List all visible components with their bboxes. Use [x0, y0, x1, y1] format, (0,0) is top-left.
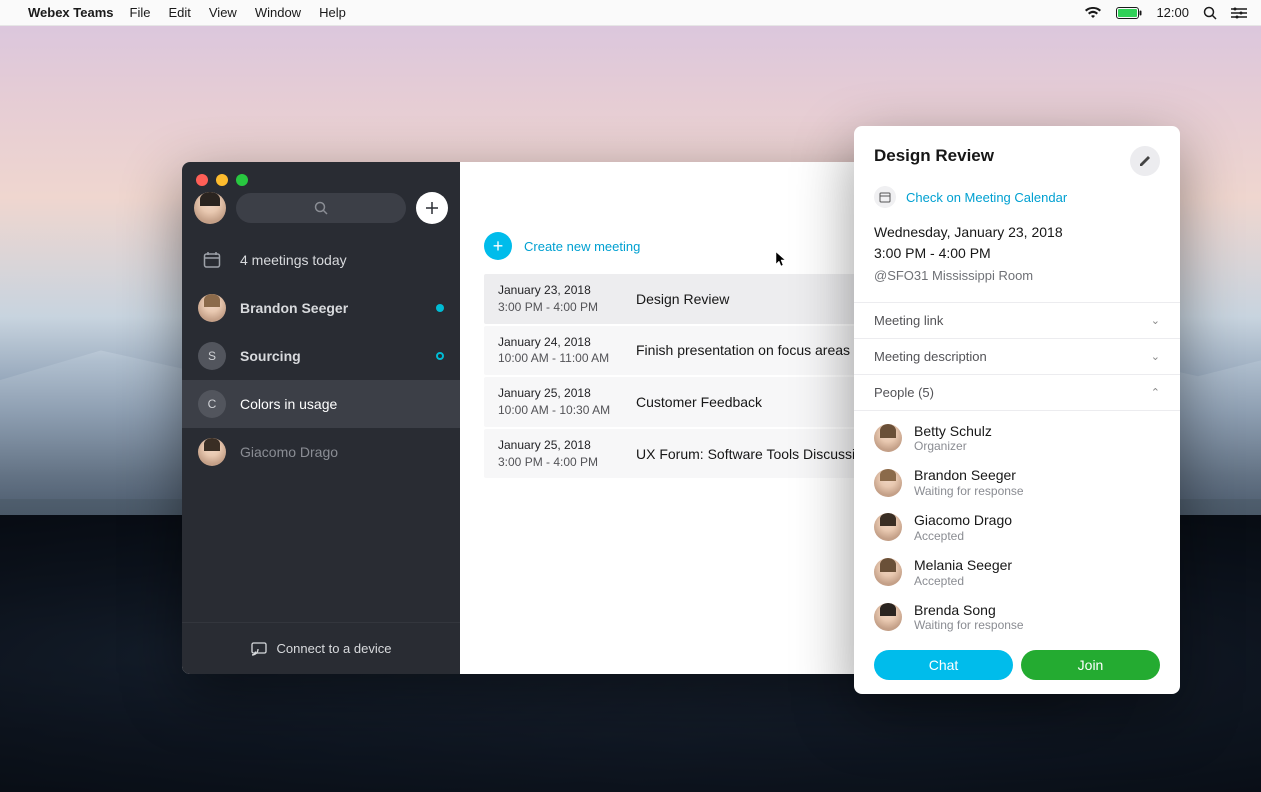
avatar — [198, 294, 226, 322]
detail-time: 3:00 PM - 4:00 PM — [874, 243, 1160, 264]
search-input[interactable] — [236, 193, 406, 223]
person-name: Betty Schulz — [914, 423, 992, 440]
meeting-title: UX Forum: Software Tools Discussion — [636, 446, 871, 462]
person-row[interactable]: Giacomo DragoAccepted — [874, 512, 1160, 543]
pencil-icon — [1138, 154, 1152, 168]
accordion-meeting-description[interactable]: Meeting description ⌄ — [854, 339, 1180, 375]
mouse-cursor — [776, 252, 788, 271]
meeting-time: 3:00 PM - 4:00 PM — [498, 299, 618, 316]
person-status: Organizer — [914, 439, 992, 453]
create-meeting-label: Create new meeting — [524, 239, 640, 254]
person-status: Accepted — [914, 529, 1012, 543]
window-controls — [196, 174, 248, 186]
person-row[interactable]: Brandon SeegerWaiting for response — [874, 467, 1160, 498]
detail-room: @SFO31 Mississippi Room — [874, 266, 1160, 286]
meeting-time: 10:00 AM - 11:00 AM — [498, 350, 618, 367]
sidebar-item-label: Giacomo Drago — [240, 444, 338, 460]
meeting-date: January 23, 2018 — [498, 282, 618, 299]
avatar — [874, 469, 902, 497]
connect-device-label: Connect to a device — [277, 641, 392, 656]
join-button[interactable]: Join — [1021, 650, 1160, 680]
detail-title: Design Review — [874, 146, 1130, 166]
meetings-today-label: 4 meetings today — [240, 252, 347, 268]
accordion-label: Meeting link — [874, 313, 943, 328]
accordion-label: Meeting description — [874, 349, 987, 364]
accordion-people[interactable]: People (5) ⌃ — [854, 375, 1180, 411]
person-row[interactable]: Brenda SongWaiting for response — [874, 602, 1160, 633]
meeting-date: January 25, 2018 — [498, 437, 618, 454]
user-avatar[interactable] — [194, 192, 226, 224]
chevron-down-icon: ⌄ — [1151, 314, 1160, 327]
calendar-link[interactable]: Check on Meeting Calendar — [906, 190, 1067, 205]
people-list: Betty SchulzOrganizer Brandon SeegerWait… — [854, 411, 1180, 639]
add-button[interactable] — [416, 192, 448, 224]
meeting-detail-panel: Design Review Check on Meeting Calendar … — [854, 126, 1180, 694]
menu-window[interactable]: Window — [255, 5, 301, 20]
connect-device-button[interactable]: Connect to a device — [182, 622, 460, 674]
plus-icon — [425, 201, 439, 215]
avatar — [874, 513, 902, 541]
cast-icon — [251, 642, 267, 656]
window-close-button[interactable] — [196, 174, 208, 186]
person-name: Giacomo Drago — [914, 512, 1012, 529]
person-name: Brandon Seeger — [914, 467, 1024, 484]
sidebar-item-label: Sourcing — [240, 348, 301, 364]
menu-view[interactable]: View — [209, 5, 237, 20]
wifi-icon[interactable] — [1084, 7, 1102, 19]
accordion-meeting-link[interactable]: Meeting link ⌄ — [854, 303, 1180, 339]
sidebar-item-label: Colors in usage — [240, 396, 337, 412]
space-initial-icon: S — [198, 342, 226, 370]
person-name: Brenda Song — [914, 602, 1024, 619]
sidebar-item-label: Brandon Seeger — [240, 300, 348, 316]
plus-circle-icon: + — [484, 232, 512, 260]
menu-edit[interactable]: Edit — [168, 5, 190, 20]
meeting-title: Design Review — [636, 291, 729, 307]
chevron-up-icon: ⌃ — [1151, 386, 1160, 399]
mention-indicator — [436, 352, 444, 360]
sidebar-item-colors[interactable]: C Colors in usage — [182, 380, 460, 428]
avatar — [198, 438, 226, 466]
meeting-title: Finish presentation on focus areas — [636, 342, 850, 358]
detail-date: Wednesday, January 23, 2018 — [874, 222, 1160, 243]
person-row[interactable]: Betty SchulzOrganizer — [874, 423, 1160, 454]
menu-help[interactable]: Help — [319, 5, 346, 20]
menubar-clock[interactable]: 12:00 — [1156, 5, 1189, 20]
menu-file[interactable]: File — [130, 5, 151, 20]
avatar — [874, 558, 902, 586]
calendar-mini-icon — [874, 186, 896, 208]
person-status: Waiting for response — [914, 618, 1024, 632]
sidebar: 4 meetings today Brandon Seeger S Sourci… — [182, 162, 460, 674]
app-name[interactable]: Webex Teams — [28, 5, 114, 20]
control-center-icon[interactable] — [1231, 7, 1247, 19]
space-initial-icon: C — [198, 390, 226, 418]
sidebar-meetings-today[interactable]: 4 meetings today — [182, 236, 460, 284]
window-maximize-button[interactable] — [236, 174, 248, 186]
unread-indicator — [436, 304, 444, 312]
edit-button[interactable] — [1130, 146, 1160, 176]
accordion-label: People (5) — [874, 385, 934, 400]
meeting-time: 10:00 AM - 10:30 AM — [498, 402, 618, 419]
search-icon — [314, 201, 328, 215]
macos-menubar: Webex Teams File Edit View Window Help 1… — [0, 0, 1261, 26]
meeting-time: 3:00 PM - 4:00 PM — [498, 454, 618, 471]
avatar — [874, 424, 902, 452]
sidebar-item-sourcing[interactable]: S Sourcing — [182, 332, 460, 380]
person-status: Waiting for response — [914, 484, 1024, 498]
meeting-title: Customer Feedback — [636, 394, 762, 410]
battery-icon[interactable] — [1116, 7, 1142, 19]
person-status: Accepted — [914, 574, 1012, 588]
calendar-icon — [198, 246, 226, 274]
chat-button[interactable]: Chat — [874, 650, 1013, 680]
avatar — [874, 603, 902, 631]
chevron-down-icon: ⌄ — [1151, 350, 1160, 363]
meeting-date: January 25, 2018 — [498, 385, 618, 402]
meeting-date: January 24, 2018 — [498, 334, 618, 351]
person-name: Melania Seeger — [914, 557, 1012, 574]
window-minimize-button[interactable] — [216, 174, 228, 186]
sidebar-item-giacomo[interactable]: Giacomo Drago — [182, 428, 460, 476]
person-row[interactable]: Melania SeegerAccepted — [874, 557, 1160, 588]
sidebar-item-brandon[interactable]: Brandon Seeger — [182, 284, 460, 332]
spotlight-icon[interactable] — [1203, 6, 1217, 20]
